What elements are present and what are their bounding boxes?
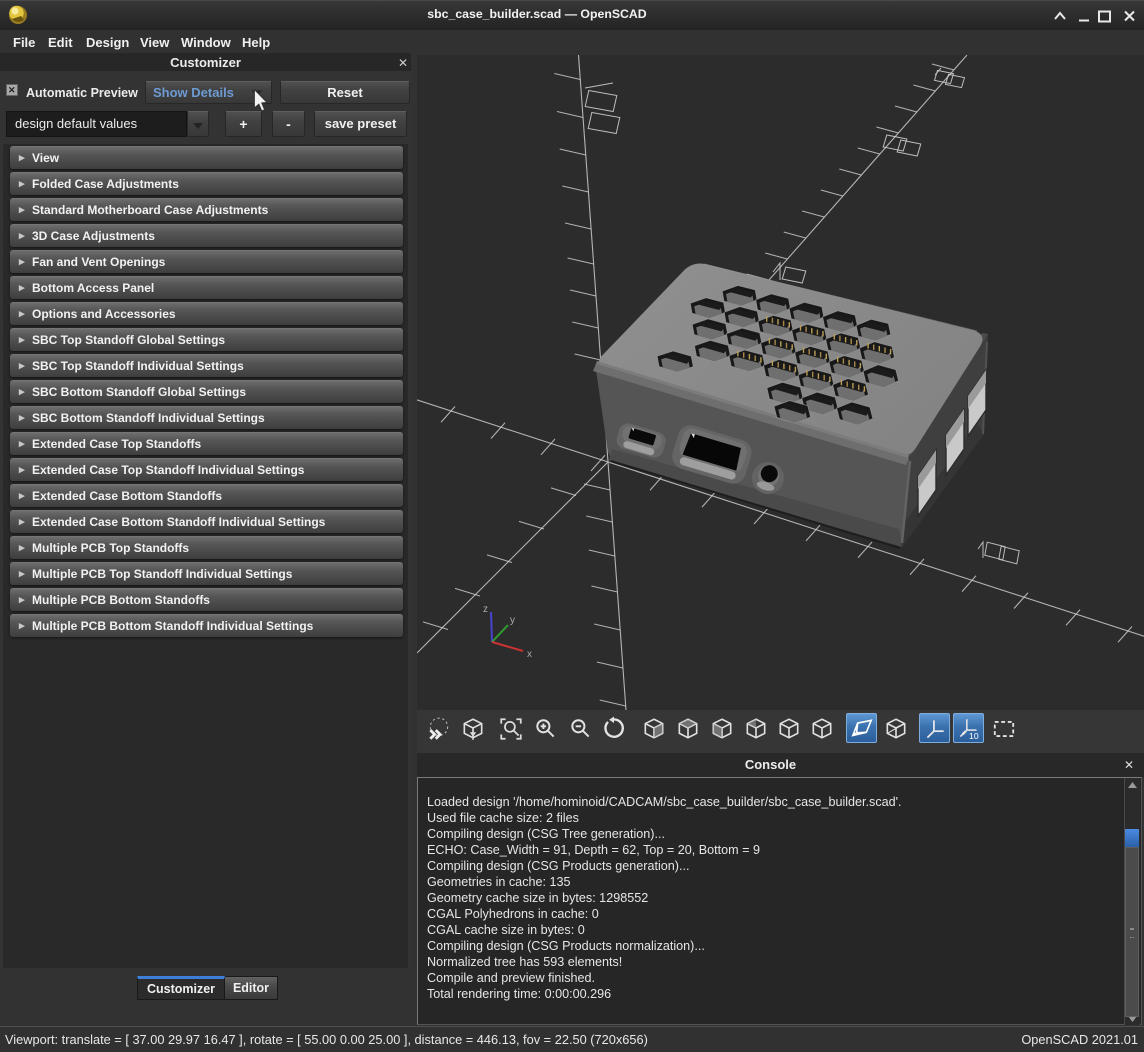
svg-text:z: z [483,604,488,615]
svg-text:x: x [527,649,532,660]
svg-text:10: 10 [969,731,979,741]
svg-text:y: y [510,615,515,626]
